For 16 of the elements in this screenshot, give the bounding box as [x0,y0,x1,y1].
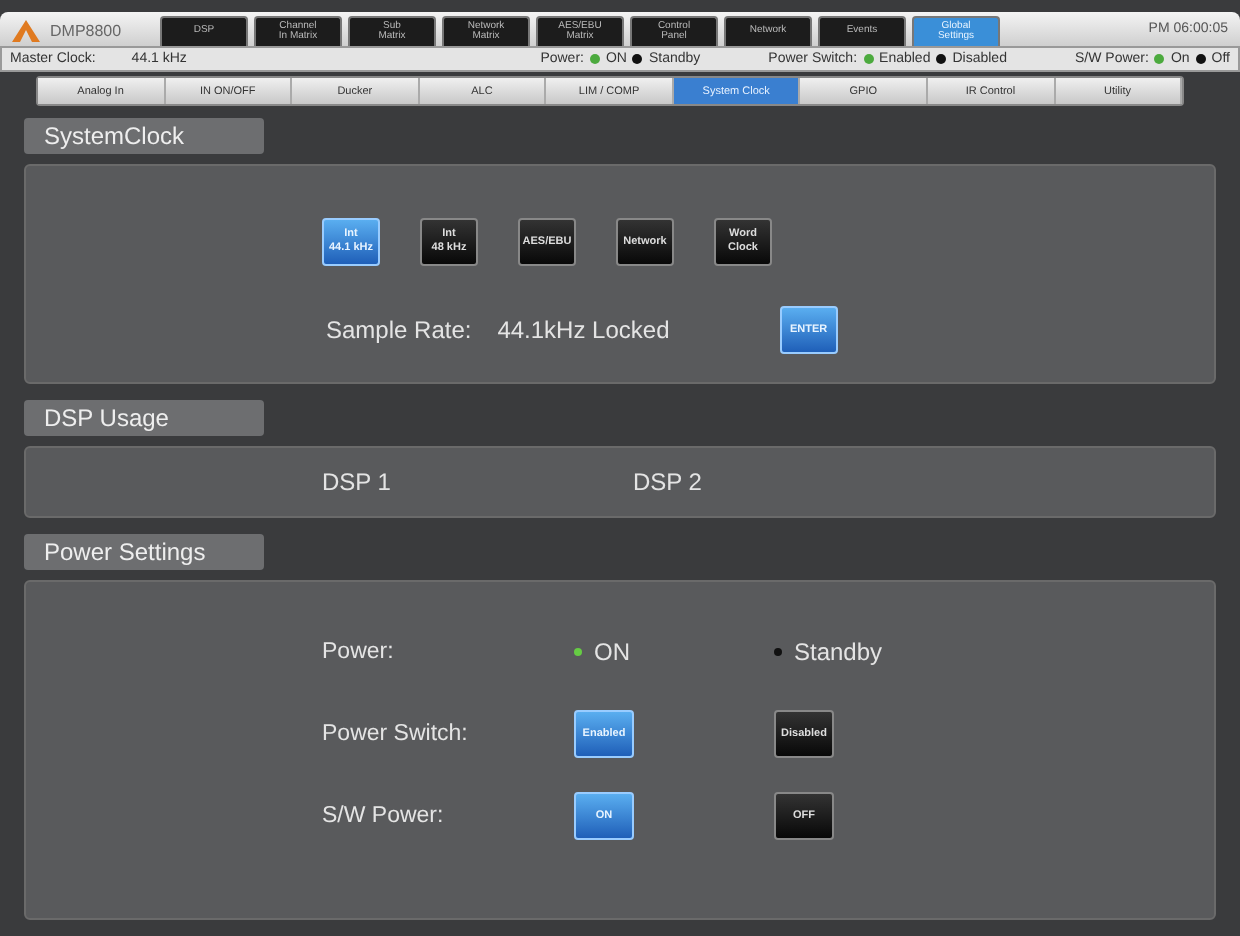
section-title: SystemClock [24,118,264,154]
dsp-label: DSP 2 [632,468,702,496]
radio-label: ON [594,638,630,666]
logo-icon [12,19,40,41]
power-label: Power Switch: [322,722,470,746]
section-title: Power Settings [24,534,264,570]
power-label: S/W Power: [322,804,446,828]
sample-rate-value: 44.1kHz Locked [497,316,670,344]
dsp-label: DSP 1 [322,468,391,496]
sample-rate-label: Sample Rate: [326,316,472,344]
power-label: Power: [322,640,396,664]
radio-dot-icon[interactable] [574,648,582,656]
app-name: DMP8800 [50,21,122,39]
section-title: DSP Usage [24,400,264,436]
radio-dot-icon[interactable] [774,648,782,656]
radio-label: Standby [794,638,883,666]
